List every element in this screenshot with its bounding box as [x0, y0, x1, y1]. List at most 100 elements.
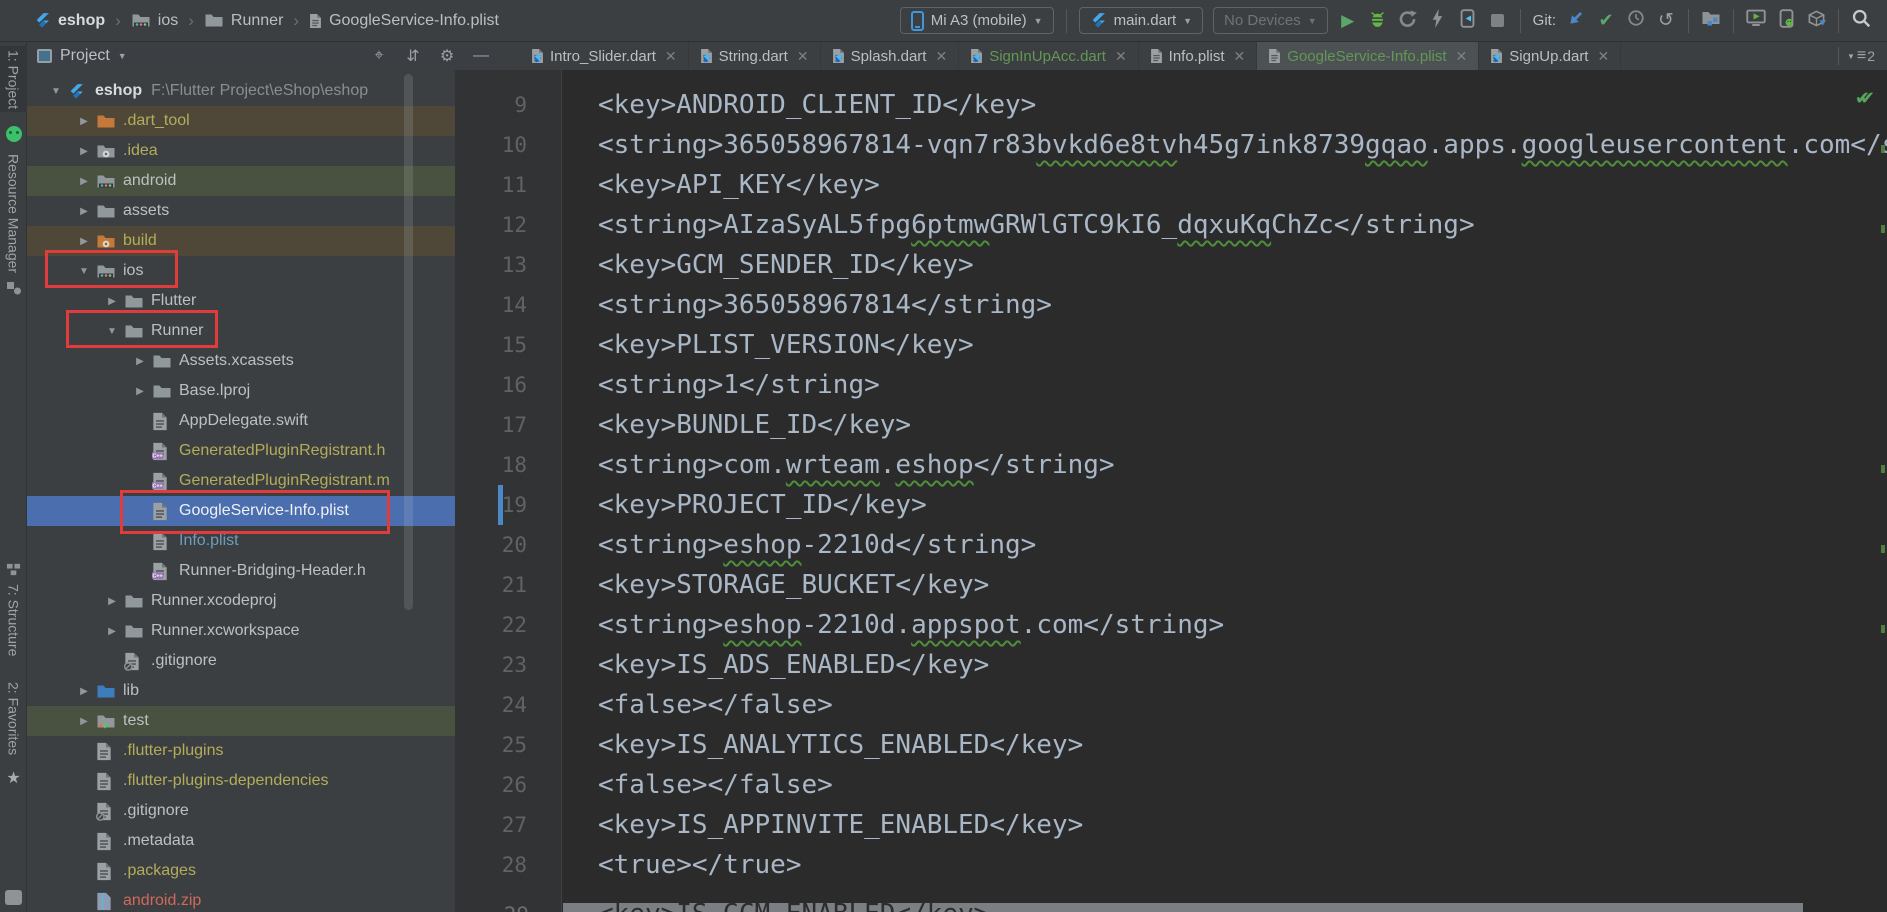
inspections-ok-icon[interactable]: ✔✔ — [1855, 88, 1865, 109]
code-editor[interactable]: 910111213141516171819202122232425262728 … — [455, 70, 1887, 912]
close-icon[interactable]: ✕ — [797, 48, 809, 65]
hide-panel-icon[interactable]: — — [472, 47, 490, 65]
tree-expand-icon[interactable]: ▼ — [44, 86, 68, 97]
tree-item-eshop[interactable]: ▼eshopF:\Flutter Project\eShop\eshop — [27, 76, 455, 106]
tree-item-flutter[interactable]: ▶Flutter — [27, 286, 455, 316]
tree-item-generatedpluginregistrant-h[interactable]: C++GeneratedPluginRegistrant.h — [27, 436, 455, 466]
code-line-9[interactable]: <key>ANDROID_CLIENT_ID</key> — [563, 85, 1887, 125]
stripe-project-button[interactable]: 1: Project — [0, 50, 27, 109]
tab-googleservice-info-plist[interactable]: GoogleService-Info.plist✕ — [1257, 42, 1479, 70]
close-icon[interactable]: ✕ — [665, 48, 677, 65]
tree-item-assets[interactable]: ▶assets — [27, 196, 455, 226]
search-everywhere-button[interactable] — [1851, 9, 1871, 33]
error-stripe-mark[interactable] — [1881, 145, 1885, 153]
tree-collapse-icon[interactable]: ▶ — [72, 146, 96, 157]
chevron-down-icon[interactable]: ▼ — [118, 51, 127, 61]
tree-item-android[interactable]: ▶android — [27, 166, 455, 196]
tree-collapse-icon[interactable]: ▶ — [100, 296, 124, 307]
tree-item-ios[interactable]: ▼ios — [27, 256, 455, 286]
project-structure-button[interactable] — [1701, 9, 1721, 33]
tree-item-assets-xcassets[interactable]: ▶Assets.xcassets — [27, 346, 455, 376]
hot-restart-icon[interactable] — [1458, 9, 1478, 33]
tree-item-runner-xcodeproj[interactable]: ▶Runner.xcodeproj — [27, 586, 455, 616]
run-button[interactable]: ▶ — [1338, 9, 1358, 33]
tree-collapse-icon[interactable]: ▶ — [128, 386, 152, 397]
tree-item-android-zip[interactable]: android.zip — [27, 886, 455, 912]
breadcrumb-project[interactable]: eshop — [58, 12, 105, 30]
tree-item-runner[interactable]: ▼Runner — [27, 316, 455, 346]
code-line-24[interactable]: <false></false> — [563, 685, 1887, 725]
code-line-17[interactable]: <key>BUNDLE_ID</key> — [563, 405, 1887, 445]
tree-collapse-icon[interactable]: ▶ — [128, 356, 152, 367]
tree-collapse-icon[interactable]: ▶ — [72, 686, 96, 697]
tree-expand-icon[interactable]: ▼ — [72, 266, 96, 277]
tree-collapse-icon[interactable]: ▶ — [100, 596, 124, 607]
run-config-selector[interactable]: main.dart ▼ — [1079, 7, 1203, 34]
hidden-tabs-button[interactable]: ▼ ≡ 2 — [1847, 47, 1875, 65]
breadcrumb-ios[interactable]: ios — [158, 12, 178, 30]
breadcrumb-file[interactable]: GoogleService-Info.plist — [329, 12, 499, 30]
tree-item-runner-xcworkspace[interactable]: ▶Runner.xcworkspace — [27, 616, 455, 646]
code-line-25[interactable]: <key>IS_ANALYTICS_ENABLED</key> — [563, 725, 1887, 765]
collapse-all-icon[interactable]: ⇵ — [404, 46, 422, 66]
editor-code-area[interactable]: <key>ANDROID_CLIENT_ID</key><string>3650… — [563, 70, 1887, 912]
breadcrumb-runner[interactable]: Runner — [231, 12, 283, 30]
tree-item--idea[interactable]: ▶.idea — [27, 136, 455, 166]
tree-item--gitignore[interactable]: .gitignore — [27, 646, 455, 676]
gear-icon[interactable]: ⚙ — [438, 46, 456, 66]
tree-item-build[interactable]: ▶build — [27, 226, 455, 256]
tree-item--metadata[interactable]: .metadata — [27, 826, 455, 856]
tree-collapse-icon[interactable]: ▶ — [100, 626, 124, 637]
code-line-27[interactable]: <key>IS_APPINVITE_ENABLED</key> — [563, 805, 1887, 845]
stop-button[interactable] — [1488, 9, 1508, 33]
tree-item--packages[interactable]: .packages — [27, 856, 455, 886]
codota-plugin-icon[interactable] — [0, 126, 27, 142]
code-line-26[interactable]: <false></false> — [563, 765, 1887, 805]
tab-info-plist[interactable]: Info.plist✕ — [1139, 42, 1258, 70]
code-line-10[interactable]: <string>365058967814-vqn7r83bvkd6e8tvh45… — [563, 125, 1887, 165]
tree-item-test[interactable]: ▶test — [27, 706, 455, 736]
avd-manager-button[interactable] — [1746, 9, 1766, 33]
tree-item-generatedpluginregistrant-m[interactable]: C++GeneratedPluginRegistrant.m — [27, 466, 455, 496]
error-stripe-mark[interactable] — [1881, 225, 1885, 233]
code-line-11[interactable]: <key>API_KEY</key> — [563, 165, 1887, 205]
device-selector[interactable]: Mi A3 (mobile) ▼ — [900, 7, 1054, 34]
error-stripe-mark[interactable] — [1881, 465, 1885, 473]
stripe-favorites-button[interactable]: 2: Favorites — [0, 682, 27, 755]
profile-button[interactable] — [1398, 9, 1418, 33]
tree-item--dart-tool[interactable]: ▶.dart_tool — [27, 106, 455, 136]
debug-button[interactable] — [1368, 9, 1388, 33]
project-panel-title[interactable]: Project — [60, 47, 110, 65]
tab-intro-slider-dart[interactable]: Intro_Slider.dart✕ — [520, 42, 689, 70]
code-line-13[interactable]: <key>GCM_SENDER_ID</key> — [563, 245, 1887, 285]
sdk-manager-button[interactable] — [1806, 9, 1826, 33]
tree-item-base-lproj[interactable]: ▶Base.lproj — [27, 376, 455, 406]
hot-reload-icon[interactable] — [1428, 9, 1448, 33]
git-commit-button[interactable]: ✔ — [1596, 9, 1616, 33]
code-line-16[interactable]: <string>1</string> — [563, 365, 1887, 405]
horizontal-scrollbar-band[interactable]: <key>IS_GCM_ENABLED</key> — [563, 903, 1803, 912]
code-line-12[interactable]: <string>AIzaSyAL5fpg6ptmwGRWlGTC9kI6_dqx… — [563, 205, 1887, 245]
code-line-18[interactable]: <string>com.wrteam.eshop</string> — [563, 445, 1887, 485]
code-line-14[interactable]: <string>365058967814</string> — [563, 285, 1887, 325]
tree-item-info-plist[interactable]: Info.plist — [27, 526, 455, 556]
close-icon[interactable]: ✕ — [1456, 48, 1468, 65]
code-line-15[interactable]: <key>PLIST_VERSION</key> — [563, 325, 1887, 365]
stripe-resource-manager-button[interactable]: Resource Manager — [0, 154, 27, 273]
tree-item-appdelegate-swift[interactable]: AppDelegate.swift — [27, 406, 455, 436]
tree-item--flutter-plugins[interactable]: .flutter-plugins — [27, 736, 455, 766]
code-line-28[interactable]: <true></true> — [563, 845, 1887, 885]
tree-item-runner-bridging-header-h[interactable]: C++Runner-Bridging-Header.h — [27, 556, 455, 586]
stripe-bottom-icon[interactable] — [5, 890, 22, 905]
tab-string-dart[interactable]: String.dart✕ — [689, 42, 821, 70]
tree-item-lib[interactable]: ▶lib — [27, 676, 455, 706]
tab-splash-dart[interactable]: Splash.dart✕ — [821, 42, 960, 70]
tab-signinupacc-dart[interactable]: SignInUpAcc.dart✕ — [959, 42, 1138, 70]
stripe-structure-button[interactable]: 7: Structure — [0, 584, 27, 656]
tree-collapse-icon[interactable]: ▶ — [72, 176, 96, 187]
tree-item--gitignore[interactable]: .gitignore — [27, 796, 455, 826]
tab-signup-dart[interactable]: SignUp.dart✕ — [1479, 42, 1621, 70]
error-stripe-mark[interactable] — [1881, 545, 1885, 553]
tree-collapse-icon[interactable]: ▶ — [72, 716, 96, 727]
tree-item--flutter-plugins-dependencies[interactable]: .flutter-plugins-dependencies — [27, 766, 455, 796]
